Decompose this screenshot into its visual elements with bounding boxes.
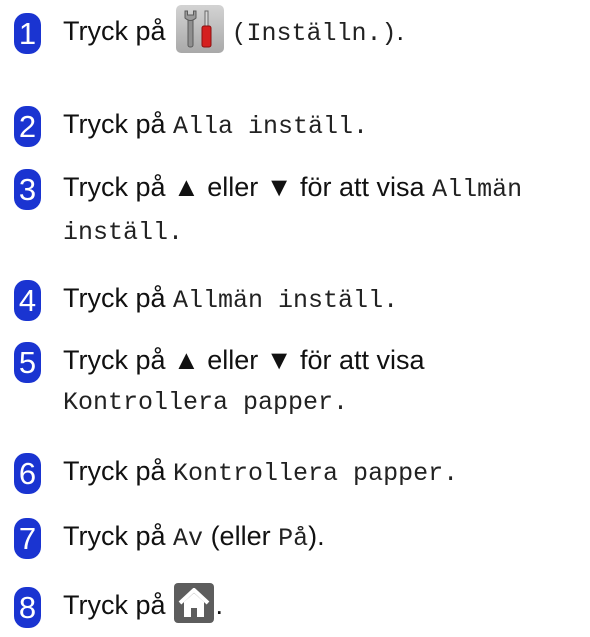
step-8: 8 Tryck på . [14,582,584,628]
step-5: 5 Tryck på ▲ eller ▼ för att visa Kontro… [14,340,584,423]
step-text: Tryck på . [63,582,224,625]
step-text: Tryck på ▲ eller ▼ för att visa Kontroll… [63,340,425,423]
step-4: 4 Tryck på Allmän inställ. [14,278,584,321]
step-text: Tryck på ▲ eller ▼ för att visa Allmän i… [63,167,522,253]
step-code: Allmän [432,175,523,204]
step-number-badge: 1 [14,13,41,54]
step-number-badge: 6 [14,453,41,494]
settings-tools-icon [175,4,224,53]
step-text: Tryck på Av (eller På). [63,516,325,559]
step-instruction: Tryck på ▲ eller ▼ för att visa [63,345,425,375]
step-code: Allmän inställ. [173,286,399,315]
step-instruction: Tryck på [63,16,166,46]
step-number-badge: 5 [14,342,41,383]
step-code: Kontrollera papper. [173,459,459,488]
step-suffix: ). [308,521,325,551]
step-number-badge: 3 [14,169,41,210]
step-6: 6 Tryck på Kontrollera papper. [14,451,584,494]
step-instruction: Tryck på [63,283,166,313]
home-icon [173,582,214,623]
instruction-page: 1 Tryck på (Inställn.). 2 Tryck på Alla … [0,0,590,637]
step-code: Av [173,524,204,553]
step-number-badge: 4 [14,280,41,321]
step-instruction: Tryck på ▲ eller ▼ för att visa [63,172,425,202]
step-text: Tryck på Allmän inställ. [63,278,398,321]
step-number-badge: 2 [14,106,41,147]
step-2: 2 Tryck på Alla inställ. [14,104,584,147]
step-instruction: Tryck på [63,590,166,620]
step-instruction: Tryck på [63,109,166,139]
step-mid-text: (eller [210,521,271,551]
step-text: Tryck på Kontrollera papper. [63,451,458,494]
step-code: På [278,524,309,553]
step-code: (Inställn.) [231,19,397,48]
step-number-badge: 8 [14,587,41,628]
step-3: 3 Tryck på ▲ eller ▼ för att visa Allmän… [14,167,584,253]
step-code: Kontrollera papper. [63,388,349,417]
step-number-badge: 7 [14,518,41,559]
step-code: Alla inställ. [173,112,369,141]
step-code: inställ. [63,218,184,247]
step-instruction: Tryck på [63,521,166,551]
step-text: Tryck på (Inställn.). [63,4,405,54]
step-1: 1 Tryck på (Inställn.). [14,4,584,54]
step-suffix: . [215,590,224,620]
step-text: Tryck på Alla inställ. [63,104,368,147]
step-suffix: . [396,16,405,46]
step-instruction: Tryck på [63,456,166,486]
step-7: 7 Tryck på Av (eller På). [14,516,584,559]
